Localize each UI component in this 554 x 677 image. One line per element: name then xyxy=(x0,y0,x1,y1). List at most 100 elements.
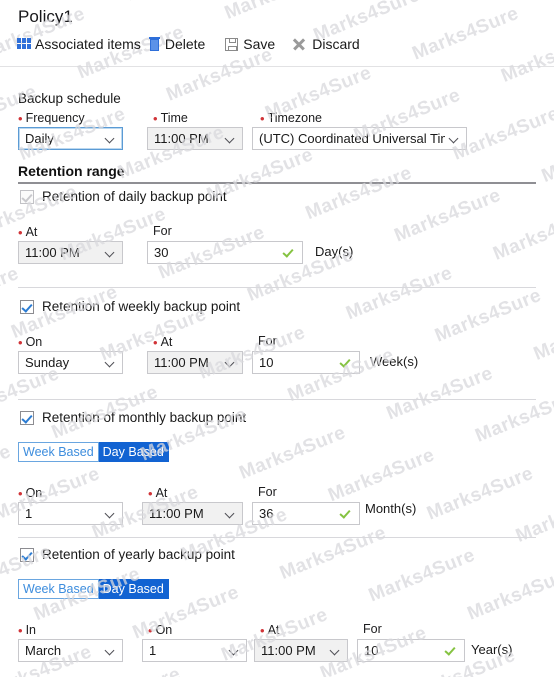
weekly-on-select[interactable]: Sunday xyxy=(18,351,123,374)
trash-icon xyxy=(148,37,160,51)
daily-for-label: For xyxy=(153,224,172,238)
yearly-week-based-tab[interactable]: Week Based xyxy=(18,579,99,599)
retention-daily-checkbox-row[interactable]: Retention of daily backup point xyxy=(20,189,227,204)
section-divider xyxy=(18,287,536,288)
monthly-at-value: 11:00 PM xyxy=(149,506,204,521)
monthly-on-value: 1 xyxy=(25,506,33,521)
retention-daily-label: Retention of daily backup point xyxy=(42,189,227,204)
monthly-basis-toggle: Week Based Day Based xyxy=(18,442,169,462)
valid-check-icon xyxy=(341,357,353,369)
policy-editor-page: Marks4Sure Marks4SureMarks4Sure Marks4Sure… xyxy=(0,0,554,677)
daily-at-value: 11:00 PM xyxy=(25,245,80,260)
weekly-at-value: 11:00 PM xyxy=(154,355,209,370)
delete-button[interactable]: Delete xyxy=(148,36,213,52)
retention-range-heading: Retention range xyxy=(18,163,125,179)
retention-weekly-fields: • On Sunday • At 11:00 PM For 10 Week(s) xyxy=(18,334,538,376)
yearly-for-input[interactable]: 10 xyxy=(357,639,465,662)
daily-at-select[interactable]: 11:00 PM xyxy=(18,241,123,264)
chevron-down-icon xyxy=(105,357,116,368)
weekly-for-label: For xyxy=(258,334,277,348)
frequency-value: Daily xyxy=(25,131,54,146)
checkbox-retention-yearly[interactable] xyxy=(20,547,34,562)
section-divider xyxy=(18,537,536,538)
monthly-on-select[interactable]: 1 xyxy=(18,502,123,525)
timezone-value: (UTC) Coordinated Universal Time xyxy=(259,131,445,146)
yearly-basis-toggle: Week Based Day Based xyxy=(18,579,169,599)
valid-check-icon xyxy=(341,508,353,520)
chevron-down-icon xyxy=(105,508,116,519)
retention-range-rule xyxy=(18,182,536,184)
required-marker: • xyxy=(18,486,23,501)
required-marker: • xyxy=(18,335,23,350)
time-label: • Time xyxy=(153,111,188,126)
weekly-at-select[interactable]: 11:00 PM xyxy=(147,351,243,374)
yearly-at-select[interactable]: 11:00 PM xyxy=(254,639,348,662)
retention-yearly-checkbox-row[interactable]: Retention of yearly backup point xyxy=(20,547,235,562)
command-toolbar: Associated items Delete Save Discard xyxy=(17,36,368,52)
required-marker: • xyxy=(260,623,265,638)
yearly-at-label: • At xyxy=(260,623,280,638)
discard-label: Discard xyxy=(312,36,360,52)
monthly-unit-label: Month(s) xyxy=(365,501,417,516)
yearly-on-value: 1 xyxy=(149,643,157,658)
yearly-for-value: 10 xyxy=(364,643,379,658)
frequency-label: • Frequency xyxy=(18,111,85,126)
monthly-day-based-tab[interactable]: Day Based xyxy=(98,442,169,462)
delete-label: Delete xyxy=(164,36,206,52)
checkbox-retention-weekly[interactable] xyxy=(20,299,34,314)
chevron-down-icon xyxy=(225,357,236,368)
weekly-unit-label: Week(s) xyxy=(370,354,419,369)
grid-icon xyxy=(17,38,31,50)
retention-monthly-fields: • On 1 • At 11:00 PM For 36 Month(s) xyxy=(18,485,538,527)
yearly-on-label: • On xyxy=(148,623,173,638)
timezone-select[interactable]: (UTC) Coordinated Universal Time xyxy=(252,127,467,150)
yearly-in-label: • In xyxy=(18,623,36,638)
time-value: 11:00 PM xyxy=(154,131,209,146)
retention-monthly-checkbox-row[interactable]: Retention of monthly backup point xyxy=(20,410,246,425)
watermark-row: Marks4SureMarks4SureMarks4SureMarks4Sure… xyxy=(0,303,554,603)
monthly-for-value: 36 xyxy=(259,506,274,521)
discard-button[interactable]: Discard xyxy=(292,36,367,52)
monthly-at-label: • At xyxy=(148,486,168,501)
retention-yearly-label: Retention of yearly backup point xyxy=(42,547,235,562)
monthly-week-based-tab[interactable]: Week Based xyxy=(18,442,99,462)
chevron-down-icon xyxy=(225,133,236,144)
chevron-down-icon xyxy=(229,645,240,656)
retention-monthly-label: Retention of monthly backup point xyxy=(42,410,247,425)
chevron-down-icon xyxy=(330,645,341,656)
save-button[interactable]: Save xyxy=(225,36,283,52)
chevron-down-icon xyxy=(105,645,116,656)
valid-check-icon xyxy=(284,247,296,259)
checkbox-retention-daily[interactable] xyxy=(20,189,34,204)
frequency-select[interactable]: Daily xyxy=(18,127,123,150)
checkbox-retention-monthly[interactable] xyxy=(20,410,34,425)
time-select[interactable]: 11:00 PM xyxy=(147,127,243,150)
retention-weekly-checkbox-row[interactable]: Retention of weekly backup point xyxy=(20,299,240,314)
required-marker: • xyxy=(18,225,23,240)
required-marker: • xyxy=(148,623,153,638)
weekly-for-input[interactable]: 10 xyxy=(252,351,360,374)
required-marker: • xyxy=(153,111,158,126)
yearly-day-based-tab[interactable]: Day Based xyxy=(98,579,169,599)
toolbar-divider xyxy=(0,66,554,67)
chevron-down-icon xyxy=(225,508,236,519)
daily-for-input[interactable]: 30 xyxy=(147,241,303,264)
watermark-row: Marks4SureMarks4SureMarks4SureMarks4Sure… xyxy=(0,0,334,143)
daily-at-label: • At xyxy=(18,225,38,240)
valid-check-icon xyxy=(446,645,458,657)
section-divider xyxy=(18,399,536,400)
yearly-on-select[interactable]: 1 xyxy=(142,639,247,662)
daily-for-value: 30 xyxy=(154,245,169,260)
monthly-on-label: • On xyxy=(18,486,43,501)
yearly-in-select[interactable]: March xyxy=(18,639,123,662)
weekly-for-value: 10 xyxy=(259,355,274,370)
associated-items-button[interactable]: Associated items xyxy=(17,36,149,52)
monthly-for-input[interactable]: 36 xyxy=(252,502,360,525)
monthly-at-select[interactable]: 11:00 PM xyxy=(142,502,243,525)
required-marker: • xyxy=(148,486,153,501)
weekly-on-label: • On xyxy=(18,335,43,350)
chevron-down-icon xyxy=(449,133,460,144)
chevron-down-icon xyxy=(105,133,116,144)
required-marker: • xyxy=(18,623,23,638)
floppy-disk-icon xyxy=(225,37,239,51)
